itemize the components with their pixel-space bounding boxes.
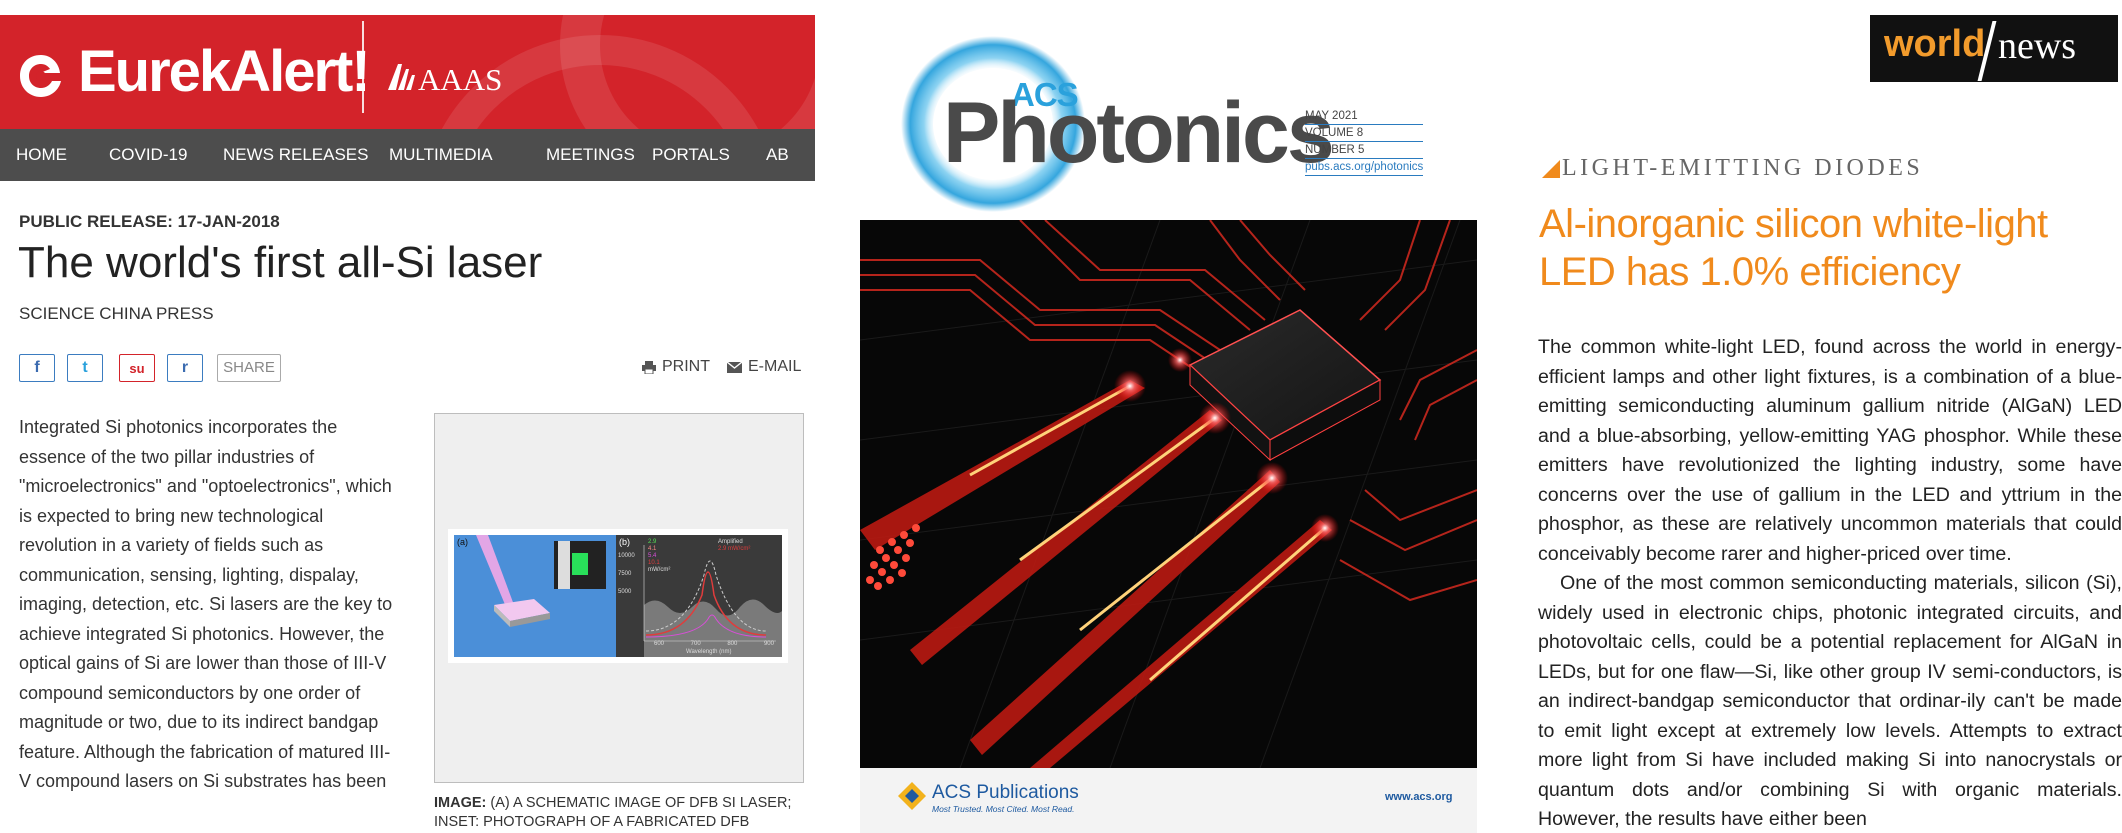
emission-spectrum-graphic xyxy=(643,545,782,657)
cover-image xyxy=(860,220,1477,768)
eurekalert-logo-text[interactable]: EurekAlert! xyxy=(78,39,371,105)
nav-meetings[interactable]: MEETINGS xyxy=(546,129,635,181)
release-date: PUBLIC RELEASE: 17-JAN-2018 xyxy=(19,212,280,231)
article-title: The world's first all-Si laser xyxy=(18,238,543,287)
kicker-text: LIGHT-EMITTING DIODES xyxy=(1562,155,1924,181)
reddit-icon: r xyxy=(181,359,189,376)
eurekalert-header-banner: EurekAlert! AAAS xyxy=(0,15,815,129)
aaas-logo-icon[interactable] xyxy=(386,63,416,91)
nav-multimedia[interactable]: MULTIMEDIA xyxy=(389,129,493,181)
figure-legend: 2.9 4.1 5.4 10.1 mW/cm² xyxy=(648,539,670,574)
article-source: SCIENCE CHINA PRESS xyxy=(19,304,214,323)
x-axis-label: Wavelength (nm) xyxy=(686,649,732,655)
header-divider xyxy=(362,21,364,113)
envelope-icon xyxy=(727,361,742,373)
y-tick: 5000 xyxy=(618,589,632,595)
nav-news-releases[interactable]: NEWS RELEASES xyxy=(223,129,369,181)
stumbleupon-share-button[interactable]: su xyxy=(119,354,155,382)
silicon-chip-laser-illustration xyxy=(860,220,1477,768)
reddit-share-button[interactable]: r xyxy=(167,354,203,382)
news-paragraph: One of the most common semiconducting ma… xyxy=(1538,572,2122,830)
email-link[interactable]: E-MAIL xyxy=(727,358,801,376)
y-axis-ticks: 10000 7500 5000 xyxy=(618,547,635,601)
stumbleupon-icon: su xyxy=(129,360,145,376)
email-label: E-MAIL xyxy=(748,358,802,375)
x-tick: 900 xyxy=(763,641,774,647)
journal-url[interactable]: pubs.acs.org/photonics xyxy=(1305,159,1423,176)
caption-label: IMAGE: xyxy=(434,795,487,811)
legend-entry: 4.1 xyxy=(648,546,657,552)
nav-covid-19[interactable]: COVID-19 xyxy=(109,129,187,181)
legend-entry: Amplified xyxy=(718,539,743,545)
issue-number: NUMBER 5 xyxy=(1305,142,1423,159)
image-caption: IMAGE: (A) A SCHEMATIC IMAGE OF DFB SI L… xyxy=(434,794,814,832)
y-tick: 7500 xyxy=(618,571,632,577)
section-kicker: LIGHT-EMITTING DIODES xyxy=(1542,155,1923,182)
logo-news-text: news xyxy=(1998,25,2077,67)
publisher-tagline: Most Trusted. Most Cited. Most Read. xyxy=(932,804,1075,814)
facebook-icon: f xyxy=(34,359,40,376)
printer-icon xyxy=(642,360,656,374)
x-axis-ticks: 600 700 800 900 xyxy=(654,641,774,647)
legend-entry: 2.9 mW/cm² xyxy=(718,546,751,552)
cover-footer: ACS Publications Most Trusted. Most Cite… xyxy=(860,768,1477,833)
figure-panel-b: (b) 2.9 4.1 5.4 10.1 mW/cm² Amplified 2.… xyxy=(616,535,782,657)
eurekalert-panel: EurekAlert! AAAS HOME COVID-19 NEWS RELE… xyxy=(0,0,815,833)
figure-legend-right: Amplified 2.9 mW/cm² xyxy=(718,539,750,553)
dfb-laser-figure[interactable]: (a) (b) 2.9 4.1 5.4 10.1 mW/cm² Amplifie… xyxy=(448,529,788,663)
x-tick: 600 xyxy=(654,641,665,647)
news-body: The common white-light LED, found across… xyxy=(1538,333,2122,833)
x-tick: 800 xyxy=(727,641,738,647)
legend-entry: 2.9 xyxy=(648,539,657,545)
world-news-logo[interactable]: world news xyxy=(1870,15,2118,82)
logo-world-text: world xyxy=(1884,23,1986,65)
legend-entry: 5.4 xyxy=(648,553,657,559)
main-navigation: HOME COVID-19 NEWS RELEASES MULTIMEDIA M… xyxy=(0,129,815,181)
aaas-logo-text[interactable]: AAAS xyxy=(418,63,502,97)
publisher-name[interactable]: ACS Publications xyxy=(932,782,1079,804)
world-news-panel: world news LIGHT-EMITTING DIODES Al-inor… xyxy=(1520,0,2122,833)
news-headline: Al-inorganic silicon white-light LED has… xyxy=(1539,202,2048,294)
print-label: PRINT xyxy=(662,358,710,375)
caption-text: (A) A SCHEMATIC IMAGE OF DFB SI LASER; I… xyxy=(434,795,792,830)
share-button[interactable]: SHARE xyxy=(217,354,281,382)
issue-date: MAY 2021 xyxy=(1305,108,1423,125)
twitter-icon: t xyxy=(82,359,88,376)
acs-website-link[interactable]: www.acs.org xyxy=(1385,791,1452,803)
article-image-frame[interactable]: (a) (b) 2.9 4.1 5.4 10.1 mW/cm² Amplifie… xyxy=(434,413,804,783)
triangle-marker-icon xyxy=(1542,159,1560,178)
nav-home[interactable]: HOME xyxy=(16,129,67,181)
facebook-share-button[interactable]: f xyxy=(19,354,55,382)
legend-unit: mW/cm² xyxy=(648,567,671,573)
legend-entry: 10.1 xyxy=(648,560,660,566)
figure-panel-a: (a) xyxy=(454,535,616,657)
issue-info: MAY 2021 VOLUME 8 NUMBER 5 pubs.acs.org/… xyxy=(1305,108,1423,176)
journal-title: Photonics xyxy=(943,85,1335,181)
nav-about-truncated[interactable]: AB xyxy=(766,129,789,181)
acs-photonics-cover-panel: ACS Photonics MAY 2021 VOLUME 8 NUMBER 5… xyxy=(855,0,1485,833)
issue-volume: VOLUME 8 xyxy=(1305,125,1423,142)
x-tick: 700 xyxy=(690,641,701,647)
article-body: Integrated Si photonics incorporates the… xyxy=(19,417,393,791)
acs-publications-logo-icon[interactable] xyxy=(897,781,927,811)
laser-schematic-graphic xyxy=(476,535,606,627)
news-paragraph: The common white-light LED, found across… xyxy=(1538,336,2122,565)
eurekalert-logo-icon[interactable] xyxy=(16,51,66,101)
print-link[interactable]: PRINT xyxy=(642,358,710,376)
twitter-share-button[interactable]: t xyxy=(67,354,103,382)
nav-portals[interactable]: PORTALS xyxy=(652,129,730,181)
y-tick: 10000 xyxy=(618,553,635,559)
